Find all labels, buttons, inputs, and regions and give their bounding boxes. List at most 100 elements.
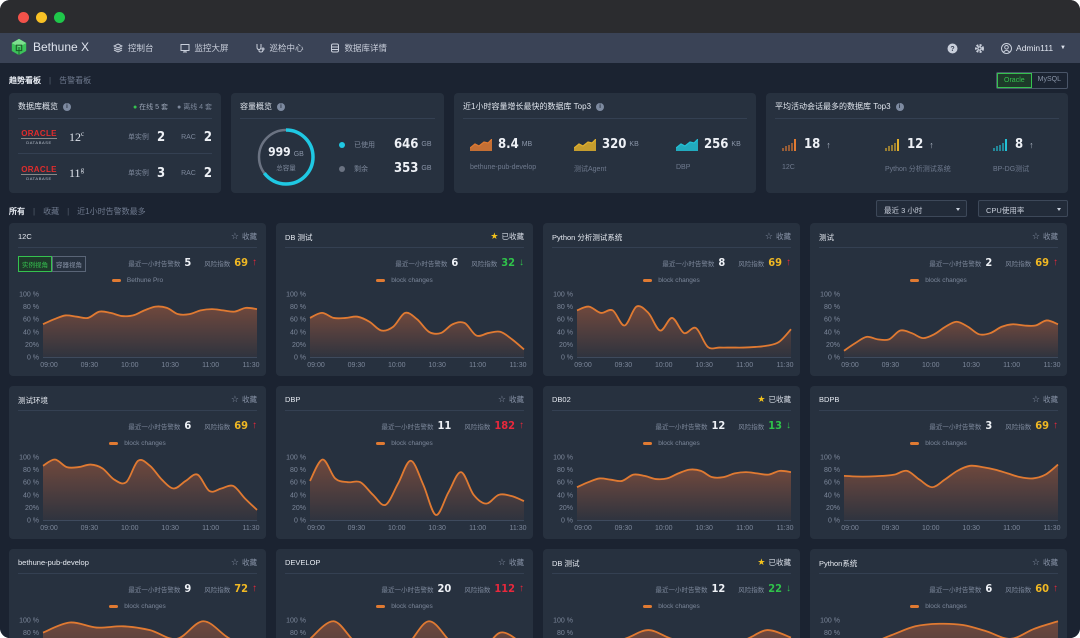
growth-item[interactable]: 320 KB 测试Agent [574, 137, 639, 174]
brand-logo[interactable]: Bethune X [10, 38, 89, 56]
growth-db-name: 测试Agent [574, 166, 607, 173]
oracle-tab[interactable]: Oracle [997, 73, 1032, 88]
chart-legend[interactable]: block changes [543, 277, 800, 284]
tab-alert-board[interactable]: 告警看板 [59, 75, 91, 86]
favorite-button[interactable]: ★ 已收藏 [757, 557, 791, 568]
favorite-button[interactable]: ☆ 收藏 [231, 394, 257, 405]
cube-logo-icon [11, 38, 27, 56]
y-axis-tick-label: 20% [25, 342, 39, 349]
minimize-window-button[interactable] [36, 12, 47, 23]
chart-legend[interactable]: block changes [810, 440, 1067, 447]
x-axis-tick-label: 09:00 [841, 525, 859, 532]
offline-count: 离线 4 套 [183, 104, 212, 111]
metric-select[interactable]: CPU使用率 [978, 200, 1068, 217]
nav-item-database-detail[interactable]: 数据库详情 [330, 42, 387, 54]
filter-all[interactable]: 所有 [9, 206, 25, 217]
card-db-title[interactable]: BDPB [819, 395, 839, 404]
growth-item[interactable]: 256 KB DBP [676, 137, 741, 171]
card-db-title[interactable]: Python系统 [819, 558, 857, 569]
single-instance-count: 2 [156, 129, 166, 145]
online-count: 在线 5 套 [139, 104, 168, 111]
help-icon[interactable]: ? [947, 43, 958, 54]
favorite-button[interactable]: ☆ 收藏 [231, 557, 257, 568]
legend-marker [643, 278, 653, 282]
card-db-title[interactable]: bethune-pub-develop [18, 558, 89, 567]
card-db-title[interactable]: 测试环境 [18, 395, 48, 406]
area-trend-icon [574, 138, 596, 151]
settings-gear-icon[interactable] [974, 43, 985, 54]
close-window-button[interactable] [18, 12, 29, 23]
chart-legend[interactable]: block changes [9, 603, 266, 610]
favorite-button[interactable]: ☆ 收藏 [498, 394, 524, 405]
y-axis-tick-label: 100 % [286, 618, 306, 625]
board-tabs: 趋势看板 | 告警看板 [9, 75, 92, 86]
favorite-button[interactable]: ☆ 收藏 [765, 231, 791, 242]
y-axis-tick-label: 60 % [824, 480, 840, 487]
chart-legend[interactable]: block changes [810, 603, 1067, 610]
arrow-up-icon: ↑ [929, 139, 934, 150]
favorite-button[interactable]: ☆ 收藏 [1032, 557, 1058, 568]
info-icon[interactable]: i [895, 102, 904, 111]
growth-item[interactable]: 8.4 MB bethune-pub-develop [470, 137, 536, 171]
chart-legend[interactable]: block changes [276, 277, 533, 284]
growth-value: 8.4 [498, 137, 519, 152]
card-db-title[interactable]: Python 分析测试系统 [552, 232, 622, 243]
nav-item-inspection[interactable]: 巡检中心 [255, 42, 304, 54]
card-db-title[interactable]: DB 测试 [285, 232, 313, 243]
card-db-title[interactable]: DB02 [552, 395, 571, 404]
maximize-window-button[interactable] [54, 12, 65, 23]
container-view-button[interactable]: 容器视角 [52, 256, 86, 272]
card-db-title[interactable]: DB 测试 [552, 558, 580, 569]
card-db-title[interactable]: 测试 [819, 232, 834, 243]
time-range-select[interactable]: 最近 3 小时 [876, 200, 967, 217]
card-stats: 最近一小时告警数 3 风险指数 69 ↑ [929, 419, 1058, 432]
nav-item-monitor[interactable]: 监控大屏 [180, 42, 229, 54]
filter-most-alerts[interactable]: 近1小时告警数最多 [77, 206, 145, 217]
y-axis-tick-label: 100 % [286, 292, 306, 299]
arrow-down-icon: ↓ [786, 420, 791, 431]
risk-label: 风险指数 [738, 423, 765, 431]
tab-trend-board[interactable]: 趋势看板 [9, 75, 41, 86]
chart-legend[interactable]: block changes [276, 603, 533, 610]
brand-name: Bethune X [33, 40, 90, 54]
x-axis-tick-label: 10:30 [695, 525, 713, 532]
db-monitor-card: 测试 ☆ 收藏 最近一小时告警数 2 风险指数 69 ↑ block changes 100 % 8… [810, 223, 1067, 376]
username: Admin111 [1016, 43, 1054, 53]
chart-legend[interactable]: block changes [543, 440, 800, 447]
favorite-button[interactable]: ☆ 收藏 [1032, 394, 1058, 405]
favorite-button[interactable]: ★ 已收藏 [490, 231, 524, 242]
risk-label: 风险指数 [738, 586, 765, 594]
card-db-title[interactable]: 12C [18, 232, 32, 241]
info-icon[interactable]: i [63, 102, 71, 111]
risk-index: 60 [1035, 582, 1049, 595]
chart-legend[interactable]: block changes [810, 277, 1067, 284]
chart-legend[interactable]: block changes [276, 440, 533, 447]
info-icon[interactable]: i [596, 102, 605, 111]
nav-item-label: 监控大屏 [194, 43, 229, 53]
favorite-button[interactable]: ☆ 收藏 [1032, 231, 1058, 242]
favorite-button[interactable]: ☆ 收藏 [498, 557, 524, 568]
caret-down-icon [1057, 208, 1061, 211]
session-item[interactable]: 8 ↑ BP-DG测试 [993, 137, 1034, 174]
card-db-title[interactable]: DEVELOP [285, 558, 320, 567]
user-menu[interactable]: Admin111 ▼ [1001, 42, 1066, 54]
mysql-tab[interactable]: MySQL [1032, 73, 1067, 88]
db-monitor-card: DB 测试 ★ 已收藏 最近一小时告警数 6 风险指数 32 ↓ block changes 10… [276, 223, 533, 376]
favorite-button[interactable]: ★ 已收藏 [757, 394, 791, 405]
nav-item-console[interactable]: 控制台 [113, 42, 154, 54]
info-icon[interactable]: i [277, 102, 285, 111]
x-axis-tick-label: 10:30 [161, 362, 179, 369]
y-axis-tick-label: 80 % [557, 467, 573, 474]
session-item[interactable]: 12 ↑ Python 分析测试系统 [885, 137, 951, 174]
instance-view-button[interactable]: 实例视角 [18, 256, 52, 272]
session-item[interactable]: 18 ↑ 12C [782, 137, 831, 171]
chart-legend[interactable]: Bethune Pro [9, 277, 266, 284]
favorite-button[interactable]: ☆ 收藏 [231, 231, 257, 242]
filter-favorites[interactable]: 收藏 [43, 206, 59, 217]
card-db-title[interactable]: DBP [285, 395, 300, 404]
alerts-count: 3 [985, 419, 993, 432]
chart-legend[interactable]: block changes [543, 603, 800, 610]
bar-signal-icon [885, 138, 899, 151]
chart-legend[interactable]: block changes [9, 440, 266, 447]
db-monitor-card: 12C ☆ 收藏 实例视角 容器视角 最近一小时告警数 5 风险指数 69 ↑ Bethune Pr… [9, 223, 266, 376]
